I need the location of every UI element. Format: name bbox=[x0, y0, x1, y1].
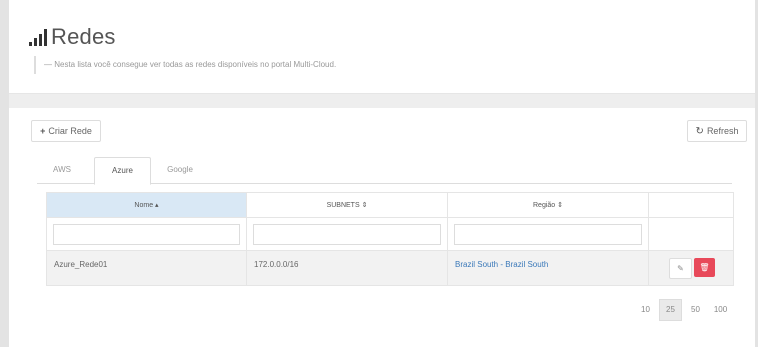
cell-subnets: 172.0.0.0/16 bbox=[247, 251, 448, 285]
networks-table: Nome ▴ SUBNETS ⇕ Região ⇕ Azure_Rede01 1… bbox=[46, 192, 734, 286]
page-title-row: Redes bbox=[29, 24, 116, 50]
page-title: Redes bbox=[51, 24, 116, 49]
page-header-card: Redes — Nesta lista você consegue ver to… bbox=[9, 0, 755, 94]
page-description: — Nesta lista você consegue ver todas as… bbox=[34, 56, 336, 74]
window-frame-left bbox=[0, 0, 9, 347]
page-description-text: Nesta lista você consegue ver todas as r… bbox=[54, 60, 337, 69]
plus-icon: + bbox=[40, 126, 46, 136]
filter-region-input[interactable] bbox=[454, 224, 642, 245]
delete-button[interactable]: 🗑 bbox=[694, 258, 715, 277]
page-size-100[interactable]: 100 bbox=[709, 299, 732, 321]
provider-tabs: AWS Azure Google bbox=[37, 157, 732, 185]
column-header-name[interactable]: Nome ▴ bbox=[47, 193, 247, 218]
column-header-subnets[interactable]: SUBNETS ⇕ bbox=[247, 193, 448, 218]
cell-region-link[interactable]: Brazil South - Brazil South bbox=[448, 251, 649, 285]
page-size-50[interactable]: 50 bbox=[684, 299, 707, 321]
page-size-selector: 10 25 50 100 bbox=[632, 299, 732, 321]
pencil-icon: ✎ bbox=[677, 263, 684, 273]
signal-bars-icon bbox=[29, 28, 47, 46]
refresh-label: Refresh bbox=[706, 126, 739, 136]
create-network-button[interactable]: + Criar Rede bbox=[31, 120, 101, 142]
tab-google[interactable]: Google bbox=[155, 157, 205, 183]
column-header-actions bbox=[649, 193, 733, 218]
filter-subnets-input[interactable] bbox=[253, 224, 441, 245]
column-header-region[interactable]: Região ⇕ bbox=[448, 193, 649, 218]
refresh-button[interactable]: ↻ Refresh bbox=[687, 120, 747, 142]
table-row[interactable]: Azure_Rede01 172.0.0.0/16 Brazil South -… bbox=[47, 251, 733, 285]
table-header-row: Nome ▴ SUBNETS ⇕ Região ⇕ bbox=[47, 193, 733, 218]
page-size-25[interactable]: 25 bbox=[659, 299, 682, 321]
tab-azure[interactable]: Azure bbox=[94, 157, 151, 185]
page-size-10[interactable]: 10 bbox=[634, 299, 657, 321]
cell-actions: ✎ 🗑 bbox=[649, 251, 733, 285]
edit-button[interactable]: ✎ bbox=[669, 258, 692, 279]
networks-panel: + Criar Rede ↻ Refresh AWS Azure Google … bbox=[9, 108, 755, 347]
section-divider bbox=[9, 94, 755, 108]
cell-network-name: Azure_Rede01 bbox=[47, 251, 247, 285]
tab-aws[interactable]: AWS bbox=[37, 157, 87, 183]
trash-icon: 🗑 bbox=[699, 262, 710, 272]
filter-name-input[interactable] bbox=[53, 224, 240, 245]
create-network-label: Criar Rede bbox=[48, 126, 92, 136]
refresh-icon: ↻ bbox=[695, 125, 704, 137]
table-filter-row bbox=[47, 218, 733, 251]
